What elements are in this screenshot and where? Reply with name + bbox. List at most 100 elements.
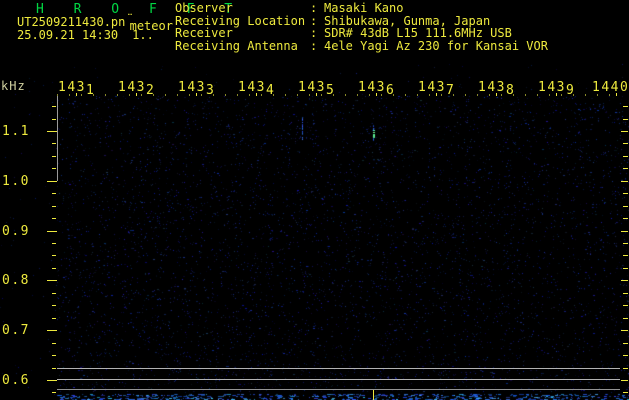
top-minor-tick [309, 94, 310, 96]
top-minor-tick [237, 94, 238, 96]
time-label-prefix: 143 [58, 80, 86, 95]
file-name-line: UT2509211430.pn¨meteor [17, 15, 173, 29]
freq-minor-tick-left [52, 255, 56, 256]
freq-minor-tick-right [623, 218, 628, 219]
top-minor-tick [285, 94, 286, 96]
freq-label: 0.6 [2, 373, 30, 388]
freq-minor-tick-left [52, 343, 56, 344]
top-minor-tick [597, 94, 598, 96]
spectrogram-canvas [0, 0, 629, 400]
minute-tick [436, 93, 437, 96]
info-colon: : [310, 40, 324, 53]
freq-minor-tick-right [623, 168, 628, 169]
freq-minor-tick-right [623, 368, 628, 369]
time-label-prefix: 143 [358, 80, 386, 95]
freq-major-tick-left [47, 181, 57, 182]
freq-minor-tick-left [52, 119, 56, 120]
freq-minor-tick-left [52, 243, 56, 244]
info-value: 4ele Yagi Az 230 for Kansai VOR [324, 40, 548, 53]
top-minor-tick [345, 94, 346, 96]
minute-tick [76, 93, 77, 96]
frequency-unit-label: kHz [1, 79, 26, 93]
info-value: Masaki Kano [324, 2, 403, 15]
freq-minor-tick-right [623, 243, 628, 244]
top-minor-tick [573, 94, 574, 96]
top-minor-tick [57, 94, 58, 96]
plot-left-border-line [57, 95, 58, 181]
freq-minor-tick-left [52, 355, 56, 356]
meteor-count: 1.. [132, 28, 154, 42]
freq-minor-tick-right [623, 156, 628, 157]
freq-minor-tick-left [52, 305, 56, 306]
file-name: UT2509211430.pn [17, 15, 125, 29]
top-minor-tick [453, 94, 454, 96]
freq-minor-tick-left [52, 368, 56, 369]
top-minor-tick [477, 94, 478, 96]
freq-minor-tick-right [623, 392, 628, 393]
freq-major-tick-right [621, 380, 628, 381]
freq-major-tick-right [621, 131, 628, 132]
top-minor-tick [489, 94, 490, 96]
freq-major-tick-left [47, 131, 57, 132]
freq-minor-tick-right [623, 318, 628, 319]
datetime: 25.09.21 14:30 [17, 28, 118, 42]
info-row-observer: Observer: Masaki Kano [175, 2, 548, 15]
minute-tick [256, 93, 257, 96]
top-minor-tick [609, 94, 610, 96]
carrier-line [57, 368, 620, 369]
freq-minor-tick-right [623, 193, 628, 194]
minute-tick [556, 93, 557, 96]
info-colon: : [310, 27, 324, 40]
top-minor-tick [357, 94, 358, 96]
time-label-prefix: 143 [478, 80, 506, 95]
top-minor-tick [129, 94, 130, 96]
station-info-block: Observer: Masaki Kano Receiving Location:… [175, 2, 548, 52]
top-minor-tick [69, 94, 70, 96]
top-minor-tick [369, 94, 370, 96]
info-row-receiver: Receiver: SDR# 43dB L15 111.6MHz USB [175, 27, 548, 40]
freq-minor-tick-right [623, 293, 628, 294]
top-minor-tick [201, 94, 202, 96]
carrier-line [57, 389, 620, 390]
top-minor-tick [93, 94, 94, 96]
info-colon: : [310, 2, 324, 15]
freq-minor-tick-right [623, 106, 628, 107]
freq-minor-tick-left [52, 206, 56, 207]
top-minor-tick [537, 94, 538, 96]
top-minor-tick [117, 94, 118, 96]
freq-minor-tick-right [623, 268, 628, 269]
freq-minor-tick-left [52, 293, 56, 294]
top-minor-tick [153, 94, 154, 96]
freq-minor-tick-left [52, 193, 56, 194]
top-minor-tick [177, 94, 178, 96]
top-minor-tick [441, 94, 442, 96]
info-row-antenna: Receiving Antenna:4ele Yagi Az 230 for K… [175, 40, 548, 53]
freq-minor-tick-left [52, 168, 56, 169]
top-minor-tick [501, 94, 502, 96]
minute-tick [616, 93, 617, 96]
freq-minor-tick-left [52, 392, 56, 393]
meteor-detection-marker [373, 390, 374, 400]
top-minor-tick [81, 94, 82, 96]
freq-major-tick-right [621, 330, 628, 331]
top-minor-tick [261, 94, 262, 96]
freq-minor-tick-right [623, 343, 628, 344]
freq-major-tick-right [621, 231, 628, 232]
top-minor-tick [465, 94, 466, 96]
info-label: Receiver [175, 27, 310, 40]
freq-minor-tick-right [623, 355, 628, 356]
top-minor-tick [549, 94, 550, 96]
freq-label: 0.7 [2, 323, 30, 338]
top-minor-tick [189, 94, 190, 96]
freq-major-tick-left [47, 330, 57, 331]
freq-major-tick-left [47, 231, 57, 232]
top-minor-tick [213, 94, 214, 96]
info-label: Observer [175, 2, 310, 15]
top-minor-tick [273, 94, 274, 96]
time-label-prefix: 143 [418, 80, 446, 95]
time-label-prefix: 143 [238, 80, 266, 95]
top-minor-tick [393, 94, 394, 96]
minute-tick [196, 93, 197, 96]
minute-tick [376, 93, 377, 96]
top-minor-tick [105, 94, 106, 96]
